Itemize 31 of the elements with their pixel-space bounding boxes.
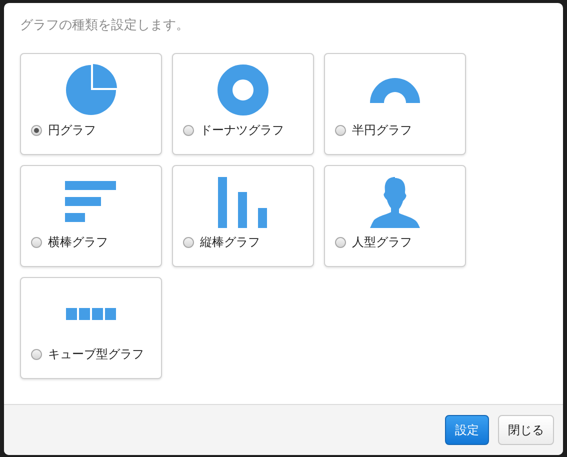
person-silhouette-icon [370,176,420,228]
close-button[interactable]: 閉じる [498,415,554,445]
radio-button[interactable] [183,125,194,136]
chart-type-label: ドーナツグラフ [200,122,284,139]
vertical-bar-chart-icon [218,176,268,228]
set-button[interactable]: 設定 [445,415,489,445]
chart-type-label: 横棒グラフ [48,234,108,251]
radio-button[interactable] [183,237,194,248]
radio-button[interactable] [31,237,42,248]
semicircle-chart-icon [369,76,421,104]
chart-type-card[interactable]: 縦棒グラフ [172,165,314,267]
chart-type-card[interactable]: 人型グラフ [324,165,466,267]
dialog-message: グラフの種類を設定します。 [20,17,190,34]
radio-button[interactable] [335,237,346,248]
chart-type-label: 人型グラフ [352,234,412,251]
radio-button[interactable] [31,125,42,136]
chart-type-card[interactable]: 円グラフ [20,53,162,155]
cube-chart-icon [66,308,116,320]
radio-button[interactable] [31,349,42,360]
chart-type-label: 円グラフ [48,122,96,139]
radio-button[interactable] [335,125,346,136]
chart-type-label: キューブ型グラフ [48,346,144,363]
chart-type-card[interactable]: 半円グラフ [324,53,466,155]
chart-type-label: 半円グラフ [352,122,412,139]
pie-chart-icon [65,64,117,116]
chart-type-card[interactable]: ドーナツグラフ [172,53,314,155]
chart-type-card[interactable]: 横棒グラフ [20,165,162,267]
chart-type-card[interactable]: キューブ型グラフ [20,277,162,379]
donut-chart-icon [217,64,269,116]
chart-type-label: 縦棒グラフ [200,234,260,251]
horizontal-bar-chart-icon [65,181,117,223]
